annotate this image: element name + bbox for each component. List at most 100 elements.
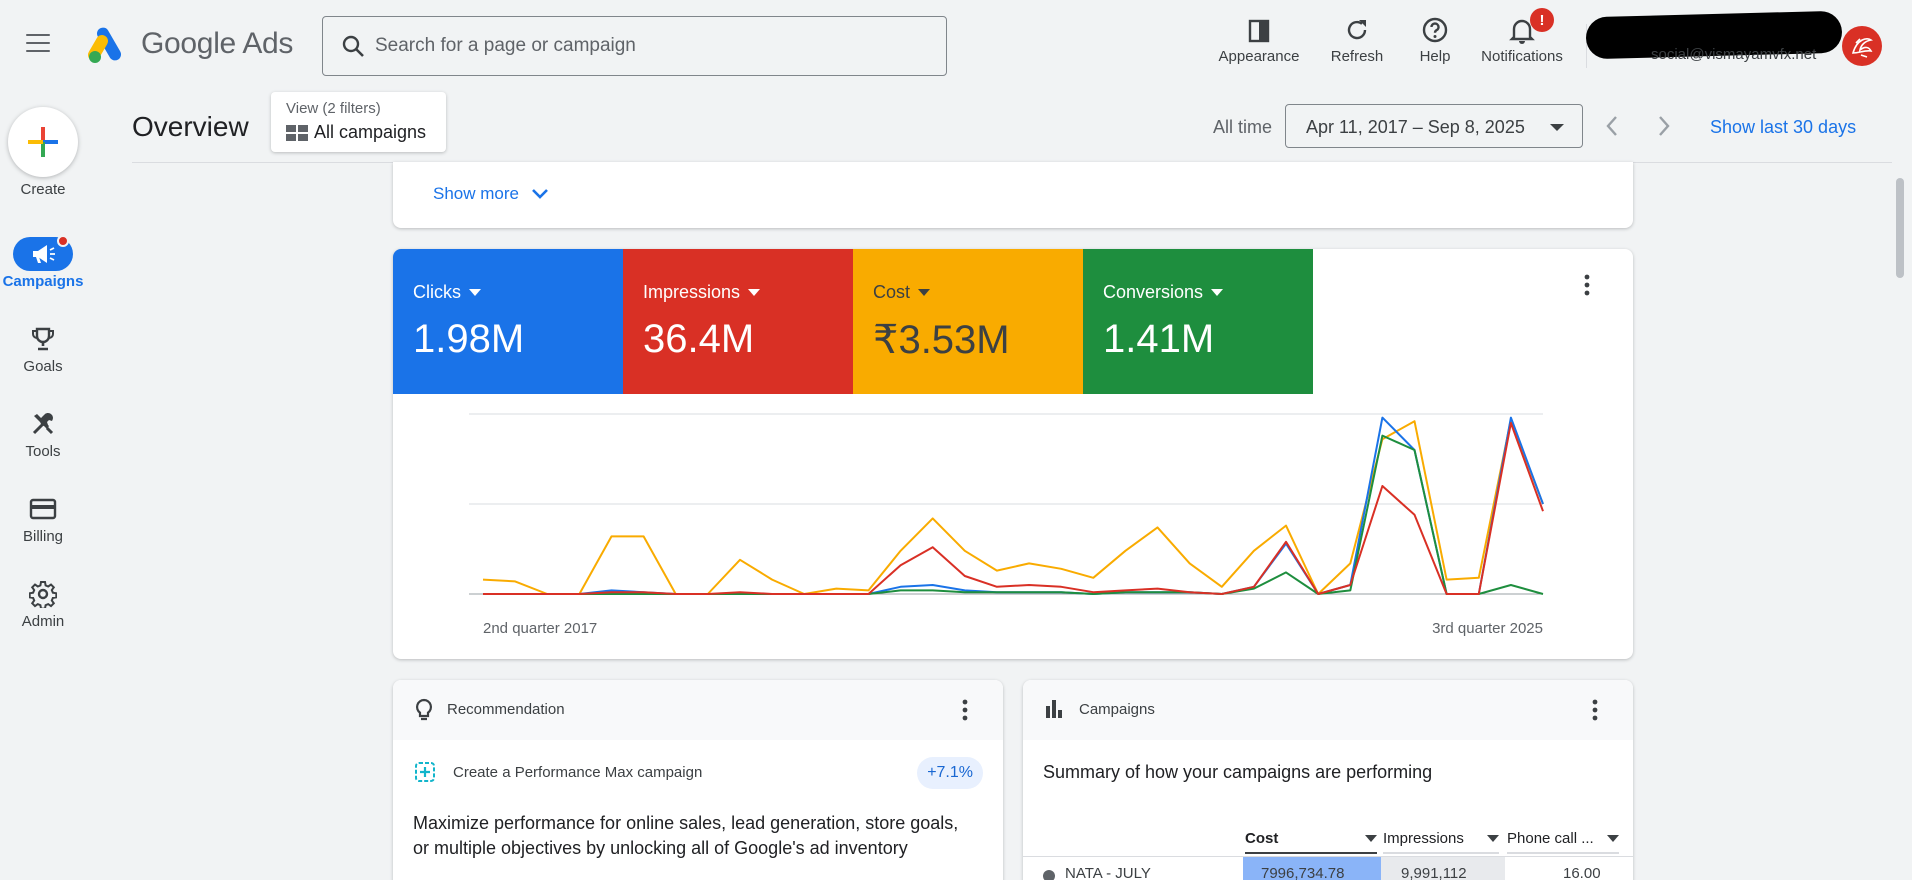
x-axis-start-label: 2nd quarter 2017: [483, 620, 598, 637]
search-icon: [342, 35, 364, 57]
sidenav-label-campaigns: Campaigns: [2, 273, 84, 290]
recommendation-item[interactable]: Create a Performance Max campaign: [413, 760, 702, 784]
page-title: Overview: [132, 111, 249, 142]
gear-icon: [29, 581, 57, 608]
more-options-icon[interactable]: [961, 698, 969, 722]
metric-value-conversions: 1.41M: [1103, 317, 1215, 361]
search-box[interactable]: [322, 16, 947, 76]
date-range-value: Apr 11, 2017 – Sep 8, 2025: [1306, 117, 1525, 137]
recommendation-card-header: Recommendation: [393, 680, 1003, 740]
refresh-button[interactable]: Refresh: [1326, 14, 1388, 65]
brand-name: Google Ads: [141, 27, 294, 60]
main-menu-icon[interactable]: [26, 34, 50, 54]
more-options-icon[interactable]: [1583, 273, 1591, 297]
column-header-phone-calls[interactable]: Phone call ...: [1507, 824, 1619, 854]
sidenav-item-billing[interactable]: Billing: [0, 492, 86, 545]
column-label-impressions: Impressions: [1383, 829, 1464, 847]
appearance-label: Appearance: [1218, 48, 1300, 65]
next-period-icon[interactable]: [1656, 114, 1672, 138]
recommendation-header-title: Recommendation: [447, 701, 565, 718]
more-options-icon[interactable]: [1591, 698, 1599, 722]
metric-value-cost: ₹3.53M: [873, 318, 1010, 362]
metric-tile-cost[interactable]: Cost ₹3.53M: [853, 249, 1083, 394]
help-button[interactable]: Help: [1414, 14, 1456, 65]
table-row[interactable]: NATA - JULY 7996,734.78 9,991,112 16.00: [1023, 856, 1633, 880]
performance-chart-card: Clicks 1.98M Impressions 36.4M Cost ₹3.5…: [393, 249, 1633, 659]
campaign-name-cell: NATA - JULY: [1065, 865, 1151, 880]
previous-period-icon[interactable]: [1604, 114, 1620, 138]
performance-max-icon: [415, 762, 435, 782]
show-last-30-days-link[interactable]: Show last 30 days: [1710, 117, 1856, 138]
column-header-impressions[interactable]: Impressions: [1383, 824, 1499, 854]
date-range-picker[interactable]: Apr 11, 2017 – Sep 8, 2025: [1285, 104, 1583, 148]
caret-down-icon: [469, 289, 481, 296]
metric-tile-impressions[interactable]: Impressions 36.4M: [623, 249, 853, 394]
trophy-icon: [32, 327, 54, 351]
performance-line-chart: [469, 413, 1544, 595]
account-email[interactable]: social@vismayamvfx.net: [1651, 46, 1816, 63]
help-icon: [1422, 17, 1448, 43]
metric-label-conversions: Conversions: [1103, 282, 1204, 302]
column-label-cost: Cost: [1245, 829, 1279, 847]
x-axis-end-label: 3rd quarter 2025: [1432, 620, 1543, 637]
avatar[interactable]: [1842, 26, 1882, 66]
google-ads-logo[interactable]: [86, 26, 128, 64]
caret-down-icon: [1487, 834, 1499, 842]
chevron-down-icon: [1550, 124, 1564, 131]
tools-icon: [32, 413, 54, 435]
sidenav-label-tools: Tools: [25, 443, 61, 460]
view-selector[interactable]: View (2 filters) All campaigns: [271, 92, 446, 152]
phone-calls-value-cell: 16.00: [1563, 865, 1601, 880]
series-line-impressions: [483, 422, 1544, 595]
column-label-phone-calls: Phone call ...: [1507, 829, 1594, 847]
chevron-down-icon: [532, 189, 548, 199]
metric-value-clicks: 1.98M: [413, 317, 525, 361]
bar-chart-icon: [1046, 700, 1062, 718]
appearance-button[interactable]: Appearance: [1216, 14, 1302, 65]
metric-label-impressions: Impressions: [643, 282, 741, 302]
sidenav-item-campaigns[interactable]: Campaigns: [0, 235, 86, 290]
campaigns-header-title: Campaigns: [1079, 701, 1155, 718]
view-name: All campaigns: [314, 122, 427, 142]
column-header-cost[interactable]: Cost: [1245, 824, 1377, 854]
metric-label-clicks: Clicks: [413, 282, 461, 302]
grid-icon: [286, 124, 308, 141]
appearance-icon: [1248, 19, 1270, 43]
sidenav-item-tools[interactable]: Tools: [0, 407, 86, 460]
campaigns-summary-text: Summary of how your campaigns are perfor…: [1043, 762, 1433, 782]
sidenav-label-goals: Goals: [23, 358, 63, 375]
lightbulb-icon: [415, 698, 433, 721]
metric-value-impressions: 36.4M: [643, 317, 755, 361]
caret-down-icon: [1607, 834, 1619, 842]
create-button[interactable]: [8, 107, 78, 177]
campaigns-card: Campaigns Summary of how your campaigns …: [1023, 680, 1633, 880]
campaigns-alert-dot: [57, 235, 69, 247]
show-more-label: Show more: [433, 184, 519, 203]
metric-tile-clicks[interactable]: Clicks 1.98M: [393, 249, 623, 394]
view-filter-count: View (2 filters): [286, 100, 381, 117]
metric-label-cost: Cost: [873, 282, 911, 302]
series-line-conversions: [483, 434, 1544, 595]
caret-down-icon: [918, 289, 931, 296]
recommendation-description: Maximize performance for online sales, l…: [413, 813, 959, 858]
refresh-label: Refresh: [1330, 48, 1384, 65]
campaigns-card-header: Campaigns: [1023, 680, 1633, 740]
series-line-cost: [482, 418, 1544, 595]
help-label: Help: [1419, 48, 1451, 65]
show-more-button[interactable]: Show more: [433, 184, 549, 204]
notifications-label: Notifications: [1481, 48, 1563, 65]
cost-value-cell: 7996,734.78: [1261, 865, 1345, 880]
avatar-logo-icon: [1851, 38, 1873, 58]
sidenav-label-billing: Billing: [22, 528, 64, 545]
search-input[interactable]: [375, 27, 915, 65]
page-scrollbar[interactable]: [1896, 178, 1904, 278]
summary-card: Show more: [393, 162, 1633, 228]
notifications-button[interactable]: ! Notifications: [1476, 8, 1568, 65]
refresh-icon: [1347, 20, 1367, 40]
metric-tile-conversions[interactable]: Conversions 1.41M: [1083, 249, 1313, 394]
create-label: Create: [20, 181, 66, 198]
plus-icon: [28, 127, 58, 157]
sidenav-item-admin[interactable]: Admin: [0, 577, 86, 630]
date-range-label: All time: [1213, 117, 1273, 137]
sidenav-item-goals[interactable]: Goals: [0, 322, 86, 375]
